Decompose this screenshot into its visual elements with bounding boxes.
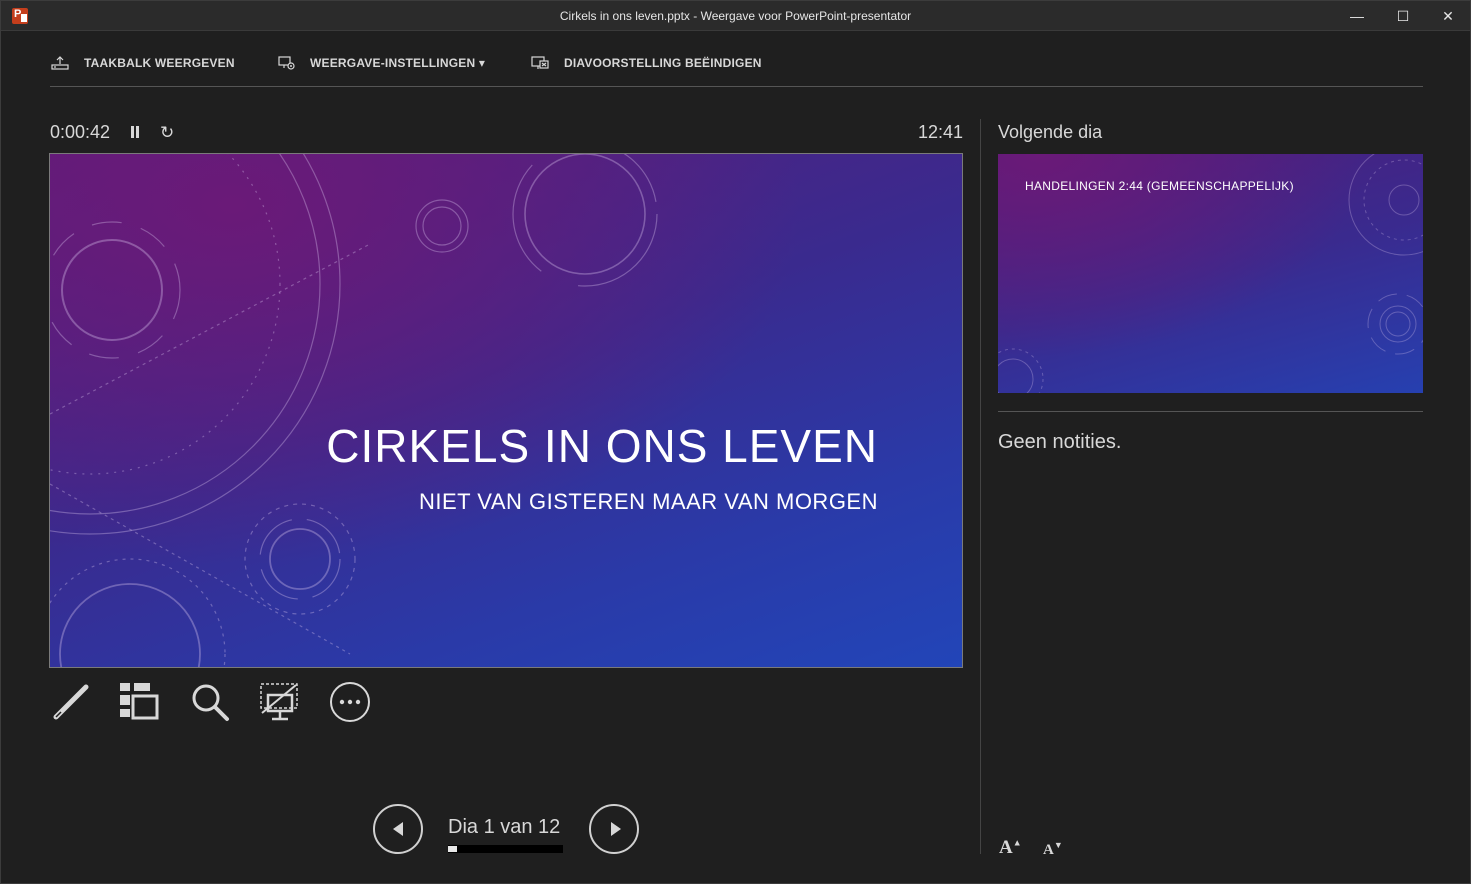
- show-taskbar-button[interactable]: TAAKBALK WEERGEVEN: [50, 55, 235, 71]
- next-slide-title: HANDELINGEN 2:44 (GEMEENSCHAPPELIJK): [1025, 179, 1294, 193]
- speaker-notes[interactable]: Geen notities.: [998, 431, 1121, 454]
- next-slide-preview[interactable]: HANDELINGEN 2:44 (GEMEENSCHAPPELIJK): [998, 154, 1423, 393]
- pen-icon: [53, 684, 89, 720]
- decrease-font-button[interactable]: A▼: [1043, 840, 1063, 859]
- current-slide-preview[interactable]: CIRKELS IN ONS LEVEN NIET VAN GISTEREN M…: [49, 153, 963, 668]
- slide-counter[interactable]: Dia 1 van 12: [448, 816, 560, 839]
- pause-icon[interactable]: [128, 125, 142, 139]
- slide-progress-fill: [448, 846, 457, 852]
- current-time: 12:41: [918, 122, 964, 142]
- increase-font-button[interactable]: A▲: [999, 837, 1022, 859]
- next-slide-label: Volgende dia: [998, 122, 1103, 142]
- zoom-button[interactable]: [189, 681, 231, 723]
- see-all-slides-button[interactable]: [118, 681, 160, 723]
- zoom-icon: [192, 684, 229, 721]
- slide-progress-bar: [448, 845, 563, 853]
- end-slideshow-label: DIAVOORSTELLING BEËINDIGEN: [564, 56, 762, 70]
- triangle-left-icon: [393, 822, 403, 836]
- previous-slide-button[interactable]: [373, 804, 423, 854]
- presenter-toolbar: TAAKBALK WEERGEVEN WEERGAVE-INSTELLINGEN…: [50, 51, 1423, 87]
- minimize-button[interactable]: —: [1334, 1, 1380, 31]
- increase-font-label: A: [999, 837, 1013, 858]
- black-screen-icon: [260, 683, 298, 721]
- slides-grid-icon: [120, 683, 159, 720]
- window-title: Cirkels in ons leven.pptx - Weergave voo…: [559, 9, 912, 23]
- pen-tool-button[interactable]: [50, 681, 92, 723]
- end-slideshow-icon: [531, 56, 549, 69]
- next-slide-button[interactable]: [589, 804, 639, 854]
- reset-timer-icon[interactable]: ↻: [160, 123, 174, 143]
- display-settings-label: WEERGAVE-INSTELLINGEN ▾: [310, 56, 486, 70]
- taskbar-icon: [51, 56, 69, 70]
- triangle-right-icon: [611, 822, 621, 836]
- presenter-window: Cirkels in ons leven.pptx - Weergave voo…: [0, 0, 1471, 884]
- title-bar: Cirkels in ons leven.pptx - Weergave voo…: [1, 1, 1470, 31]
- up-arrow-icon: ▲: [1012, 837, 1022, 848]
- close-button[interactable]: ✕: [1425, 1, 1471, 31]
- maximize-button[interactable]: ☐: [1380, 1, 1426, 31]
- more-options-button[interactable]: [329, 681, 371, 723]
- notes-divider: [998, 411, 1423, 412]
- slide-circles-decoration: [50, 154, 658, 667]
- down-arrow-icon: ▼: [1053, 840, 1063, 850]
- slide-title: CIRKELS IN ONS LEVEN: [326, 420, 878, 472]
- black-screen-button[interactable]: [258, 681, 300, 723]
- slide-subtitle: NIET VAN GISTEREN MAAR VAN MORGEN: [418, 489, 878, 514]
- display-settings-button[interactable]: WEERGAVE-INSTELLINGEN ▾: [278, 55, 485, 71]
- decrease-font-label: A: [1043, 842, 1054, 858]
- panel-divider[interactable]: [980, 119, 981, 854]
- show-taskbar-label: TAAKBALK WEERGEVEN: [84, 56, 235, 70]
- elapsed-timer: 0:00:42: [50, 122, 111, 142]
- display-settings-icon: [278, 56, 295, 70]
- end-slideshow-button[interactable]: DIAVOORSTELLING BEËINDIGEN: [530, 55, 762, 71]
- more-options-icon: [330, 682, 370, 722]
